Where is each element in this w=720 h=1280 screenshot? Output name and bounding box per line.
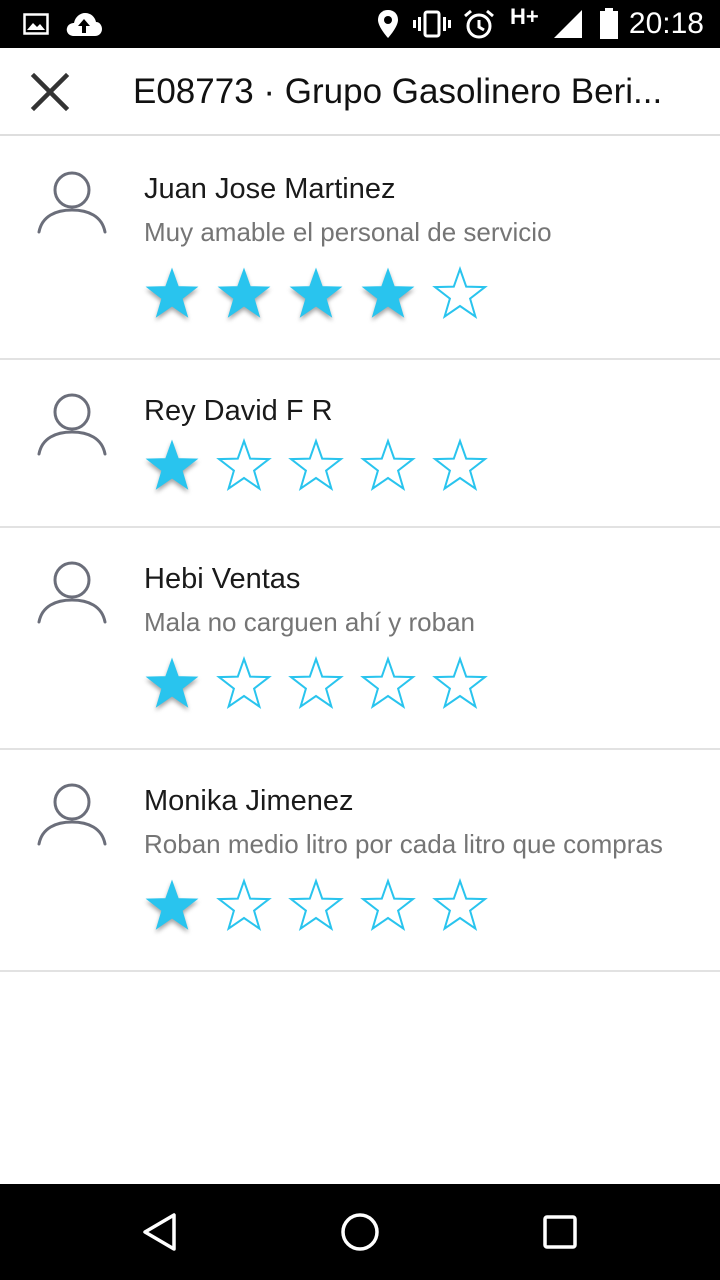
star-empty-icon [288, 878, 344, 934]
user-avatar-icon [37, 783, 107, 846]
alarm-icon [462, 0, 496, 48]
star-rating [144, 876, 680, 936]
star-empty-icon [360, 878, 416, 934]
review-item: Rey David F R [0, 360, 720, 528]
star-empty-icon [288, 438, 344, 494]
user-avatar-icon [37, 561, 107, 624]
star-filled-icon [216, 266, 272, 322]
home-icon [341, 1213, 379, 1251]
close-button[interactable] [20, 62, 80, 122]
recents-button[interactable] [530, 1202, 590, 1262]
location-icon [376, 0, 400, 48]
signal-icon [552, 0, 584, 48]
star-filled-icon [360, 266, 416, 322]
back-button[interactable] [130, 1202, 190, 1262]
navigation-bar [0, 1184, 720, 1280]
star-filled-icon [288, 266, 344, 322]
battery-icon [598, 0, 620, 48]
star-empty-icon [432, 438, 488, 494]
star-filled-icon [144, 878, 200, 934]
review-item: Juan Jose Martinez Muy amable el persona… [0, 138, 720, 360]
back-icon [143, 1213, 176, 1251]
reviewer-name: Juan Jose Martinez [144, 173, 396, 205]
network-type-label: H+ [510, 4, 539, 29]
user-avatar-icon [37, 393, 107, 456]
star-empty-icon [432, 266, 488, 322]
star-rating [144, 436, 680, 496]
review-comment: Roban medio litro por cada litro que com… [144, 829, 663, 859]
close-icon [30, 72, 70, 112]
star-empty-icon [360, 656, 416, 712]
review-comment: Muy amable el personal de servicio [144, 217, 552, 247]
reviews-list: Juan Jose Martinez Muy amable el persona… [0, 138, 720, 972]
reviewer-name: Hebi Ventas [144, 563, 301, 595]
vibrate-icon [412, 0, 452, 48]
home-button[interactable] [330, 1202, 390, 1262]
review-item: Hebi Ventas Mala no carguen ahí y roban [0, 528, 720, 750]
star-empty-icon [432, 878, 488, 934]
reviewer-name: Monika Jimenez [144, 785, 354, 817]
status-time: 20:18 [628, 7, 704, 40]
star-empty-icon [360, 438, 416, 494]
cloud-upload-icon [64, 0, 104, 48]
page-title: E08773 · Grupo Gasolinero Beri... [133, 72, 663, 111]
star-filled-icon [144, 656, 200, 712]
star-empty-icon [432, 656, 488, 712]
star-empty-icon [216, 656, 272, 712]
user-avatar-icon [37, 171, 107, 234]
star-empty-icon [216, 878, 272, 934]
star-filled-icon [144, 438, 200, 494]
image-icon [22, 0, 50, 48]
star-filled-icon [144, 266, 200, 322]
app-bar: E08773 · Grupo Gasolinero Beri... [0, 48, 720, 136]
reviewer-name: Rey David F R [144, 395, 333, 427]
status-bar: H+ 20:18 [0, 0, 720, 48]
star-rating [144, 654, 680, 714]
star-empty-icon [288, 656, 344, 712]
star-empty-icon [216, 438, 272, 494]
review-comment: Mala no carguen ahí y roban [144, 607, 475, 637]
review-item: Monika Jimenez Roban medio litro por cad… [0, 750, 720, 972]
star-rating [144, 264, 680, 324]
recents-icon [543, 1215, 577, 1249]
